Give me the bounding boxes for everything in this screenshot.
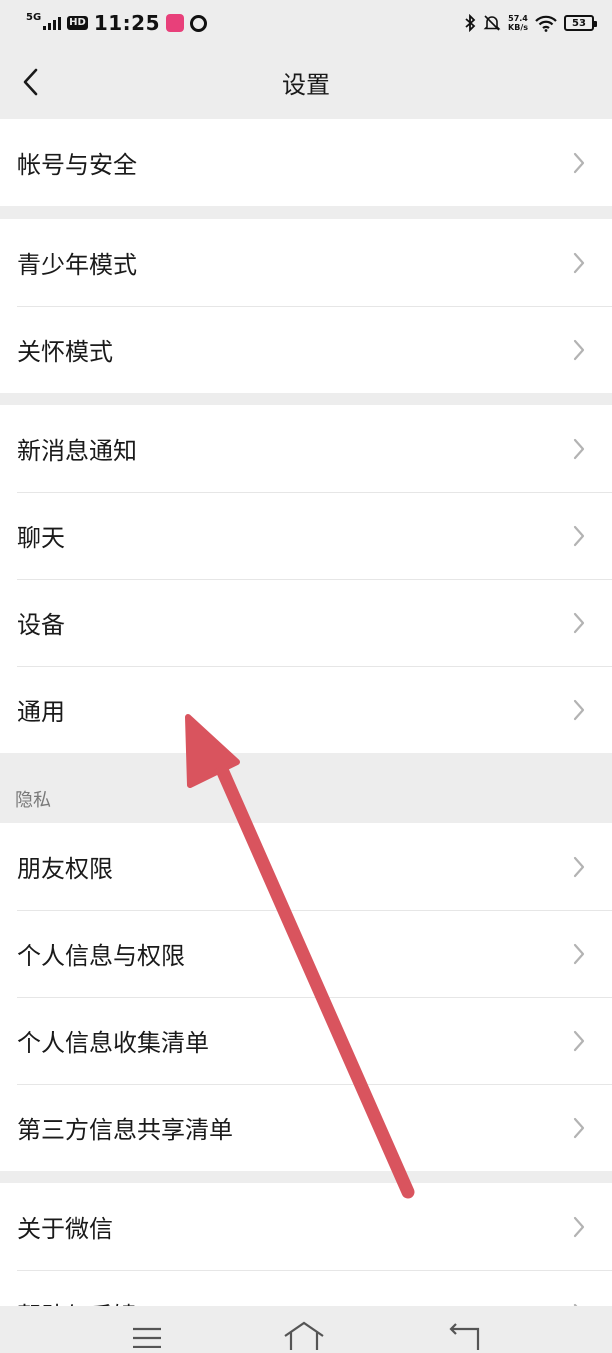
settings-item-devices[interactable]: 设备 <box>0 579 612 666</box>
settings-item-label: 关怀模式 <box>17 338 113 366</box>
home-icon[interactable] <box>283 1320 325 1350</box>
speed-unit: KB/s <box>508 23 528 32</box>
page-title: 设置 <box>282 70 330 99</box>
settings-item-label: 个人信息与权限 <box>17 942 185 970</box>
settings-item-label: 关于微信 <box>17 1215 113 1243</box>
system-navigation-bar <box>0 1306 612 1353</box>
settings-item-label: 设备 <box>17 611 65 639</box>
settings-group-privacy: 朋友权限 个人信息与权限 个人信息收集清单 第三方信息共享清单 <box>0 823 612 1171</box>
network-type: 5G <box>26 12 42 23</box>
app-notification-icon <box>166 14 185 32</box>
settings-group-account: 帐号与安全 <box>0 119 612 206</box>
settings-item-about-wechat[interactable]: 关于微信 <box>0 1183 612 1270</box>
settings-item-label: 聊天 <box>17 524 65 552</box>
navigation-bar: 设置 <box>0 46 612 118</box>
chevron-right-icon <box>573 1030 585 1051</box>
settings-group-about: 关于微信 帮助与反馈 <box>0 1183 612 1306</box>
settings-item-label: 通用 <box>17 698 65 726</box>
chevron-right-icon <box>573 1117 585 1138</box>
settings-item-teen-mode[interactable]: 青少年模式 <box>0 219 612 306</box>
back-nav-icon[interactable] <box>448 1320 482 1350</box>
settings-group-general: 新消息通知 聊天 设备 通用 <box>0 405 612 753</box>
settings-item-help-feedback[interactable]: 帮助与反馈 <box>0 1270 612 1306</box>
settings-item-label: 青少年模式 <box>17 251 137 279</box>
settings-item-chat[interactable]: 聊天 <box>0 492 612 579</box>
chevron-right-icon <box>573 1216 585 1237</box>
chevron-left-icon <box>23 68 38 96</box>
menu-icon[interactable] <box>131 1324 163 1348</box>
settings-item-label: 第三方信息共享清单 <box>17 1116 233 1144</box>
search-app-notification-icon <box>190 14 208 32</box>
bluetooth-icon <box>465 14 476 32</box>
settings-item-third-party-sharing[interactable]: 第三方信息共享清单 <box>0 1084 612 1171</box>
settings-item-label: 新消息通知 <box>17 437 137 465</box>
speed-value: 57.4 <box>508 14 528 23</box>
signal-icon <box>43 16 62 30</box>
chevron-right-icon <box>573 525 585 546</box>
battery-icon: 53 <box>564 15 597 31</box>
chevron-right-icon <box>573 339 585 360</box>
settings-item-account-security[interactable]: 帐号与安全 <box>0 119 612 206</box>
settings-group-modes: 青少年模式 关怀模式 <box>0 219 612 393</box>
chevron-right-icon <box>573 252 585 273</box>
chevron-right-icon <box>573 152 585 173</box>
chevron-right-icon <box>573 438 585 459</box>
hd-badge: HD <box>67 16 88 30</box>
chevron-right-icon <box>573 612 585 633</box>
chevron-right-icon <box>573 856 585 877</box>
settings-item-general[interactable]: 通用 <box>0 666 612 753</box>
settings-item-notifications[interactable]: 新消息通知 <box>0 405 612 492</box>
back-button[interactable] <box>10 62 50 102</box>
settings-item-label: 个人信息收集清单 <box>17 1029 209 1057</box>
settings-item-personal-info-collection[interactable]: 个人信息收集清单 <box>0 997 612 1084</box>
settings-item-label: 帮助与反馈 <box>17 1296 137 1306</box>
settings-item-label: 帐号与安全 <box>17 151 137 179</box>
settings-item-label: 朋友权限 <box>17 855 113 883</box>
battery-level: 53 <box>572 17 586 29</box>
network-speed: 57.4 KB/s <box>508 14 528 32</box>
settings-item-personal-info-permissions[interactable]: 个人信息与权限 <box>0 910 612 997</box>
chevron-right-icon <box>573 943 585 964</box>
status-bar: 5G HD 11:25 57.4 KB/s 53 <box>0 0 612 46</box>
bell-muted-icon <box>483 15 501 31</box>
wifi-icon <box>535 15 557 32</box>
chevron-right-icon <box>573 699 585 720</box>
section-label-privacy: 隐私 <box>15 790 51 811</box>
settings-item-friend-permissions[interactable]: 朋友权限 <box>0 823 612 910</box>
settings-item-care-mode[interactable]: 关怀模式 <box>0 306 612 393</box>
clock: 11:25 <box>93 11 161 35</box>
